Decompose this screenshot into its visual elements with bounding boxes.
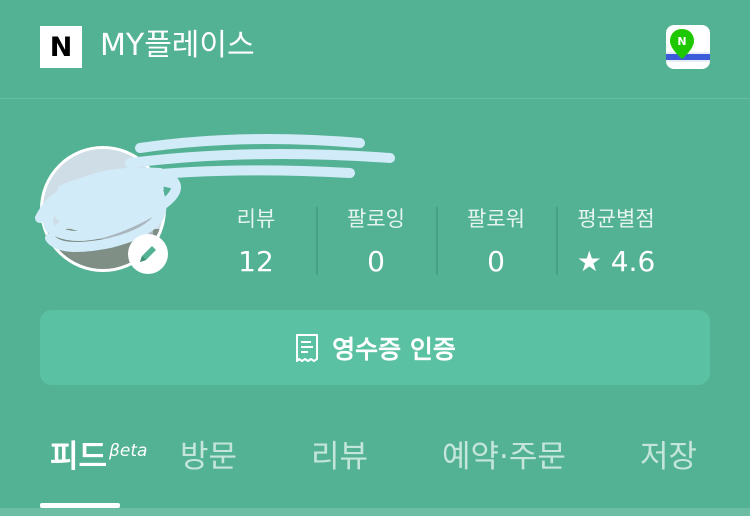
stat-following[interactable]: 팔로잉 0 — [316, 204, 436, 282]
beta-badge: βeta — [109, 441, 148, 461]
stat-value: 0 — [367, 245, 385, 278]
tab-label: 피드 — [50, 439, 108, 475]
tab-label: 저장 — [640, 439, 698, 475]
stat-label: 팔로워 — [467, 207, 525, 231]
tab-reviews[interactable]: 리뷰 — [311, 435, 368, 479]
stat-label: 팔로잉 — [347, 207, 405, 231]
stat-average-rating[interactable]: 평균별점 ★ 4.6 — [556, 204, 676, 282]
tab-reservations-orders[interactable]: 예약·주문 — [442, 435, 566, 479]
stat-reviews[interactable]: 리뷰 12 — [196, 204, 316, 282]
tab-feed[interactable]: 피드 βeta — [50, 435, 147, 479]
stat-label: 평균별점 — [577, 207, 655, 231]
stat-value: ★ 4.6 — [576, 245, 656, 278]
map-pin-icon: N — [666, 29, 710, 62]
tab-label: 방문 — [180, 439, 238, 475]
map-button[interactable]: N — [666, 25, 710, 69]
stat-label: 리뷰 — [236, 207, 276, 231]
stat-value: 0 — [487, 245, 505, 278]
tab-label: 리뷰 — [311, 439, 369, 475]
pencil-icon — [140, 246, 156, 262]
content-divider — [0, 508, 750, 516]
tab-saved[interactable]: 저장 — [640, 435, 697, 479]
stat-followers[interactable]: 팔로워 0 — [436, 204, 556, 282]
page-title: MY플레이스 — [100, 28, 255, 63]
stat-value: 12 — [238, 245, 274, 278]
tab-label: 예약·주문 — [442, 439, 566, 475]
receipt-verify-label: 영수증 인증 — [332, 334, 456, 364]
receipt-verify-button[interactable]: 영수증 인증 — [40, 310, 710, 385]
edit-profile-button[interactable] — [128, 234, 168, 274]
naver-logo[interactable]: N — [40, 26, 82, 68]
receipt-icon — [296, 333, 319, 362]
app-header: N MY플레이스 N — [0, 0, 750, 98]
tab-visits[interactable]: 방문 — [180, 435, 237, 479]
tab-bar: 피드 βeta 방문 리뷰 예약·주문 저장 — [0, 425, 750, 505]
svg-text:N: N — [677, 35, 686, 48]
header-divider — [0, 98, 750, 99]
